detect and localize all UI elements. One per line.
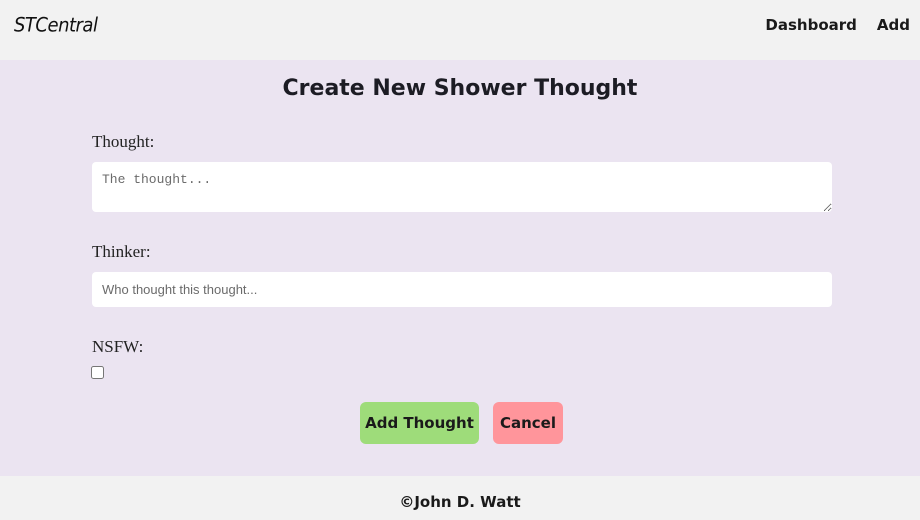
nsfw-checkbox[interactable] [91, 366, 104, 379]
cancel-button[interactable]: Cancel [493, 402, 563, 444]
add-thought-button[interactable]: Add Thought [360, 402, 479, 444]
thought-label: Thought: [92, 132, 155, 151]
nsfw-label: NSFW: [92, 337, 144, 356]
brand-logo[interactable]: STCentral [14, 14, 98, 37]
nav-link-add[interactable]: Add [877, 16, 910, 34]
footer: ©John D. Watt [0, 476, 920, 520]
page-title: Create New Shower Thought [282, 76, 638, 101]
copyright-text: ©John D. Watt [399, 493, 521, 511]
thought-textarea[interactable] [92, 162, 832, 212]
main-content: Create New Shower Thought Thought: Think… [0, 60, 920, 476]
navbar: STCentral Dashboard Add [0, 0, 920, 60]
nav-links: Dashboard Add [765, 16, 910, 34]
thinker-input[interactable] [92, 272, 832, 307]
nav-link-dashboard[interactable]: Dashboard [765, 16, 856, 34]
thinker-label: Thinker: [92, 242, 151, 261]
